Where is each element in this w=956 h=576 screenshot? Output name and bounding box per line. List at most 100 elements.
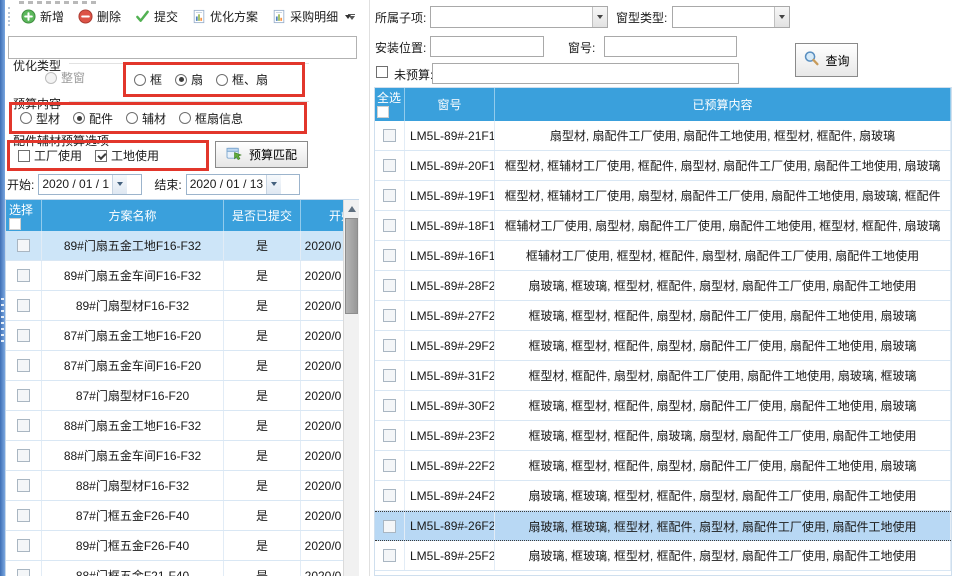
window-table-row[interactable]: LM5L-89#-19F17框型材, 框辅材工厂使用, 扇型材, 扇配件工厂使用…: [375, 181, 951, 211]
budgeted-content-column-header[interactable]: 已预算内容: [495, 88, 951, 121]
radio-option[interactable]: 型材: [20, 110, 60, 127]
row-checkbox[interactable]: [383, 369, 396, 382]
select-all-checkbox[interactable]: [9, 218, 21, 230]
row-checkbox[interactable]: [383, 549, 396, 562]
plan-table-row[interactable]: 89#门扇型材F16-F32是2020/0: [6, 291, 359, 321]
window-table-row[interactable]: LM5L-89#-27F25框玻璃, 框型材, 框配件, 扇型材, 扇配件工厂使…: [375, 301, 951, 331]
row-checkbox[interactable]: [383, 339, 396, 352]
toolbar-overflow-button[interactable]: [344, 8, 359, 26]
radio-option[interactable]: 扇: [175, 71, 203, 88]
start-date-picker[interactable]: 2020 / 01 / 1: [38, 174, 142, 195]
row-select-cell: [6, 261, 42, 290]
window-table-row[interactable]: LM5L-89#-28F26扇玻璃, 框玻璃, 框型材, 框配件, 扇型材, 扇…: [375, 271, 951, 301]
scroll-up-button[interactable]: [344, 200, 359, 217]
window-no-input[interactable]: [604, 36, 737, 57]
budgeted-content-cell: 扇玻璃, 框玻璃, 框型材, 框配件, 扇型材, 扇配件工厂使用, 扇配件工地使…: [495, 541, 951, 570]
row-checkbox[interactable]: [17, 239, 30, 252]
sub-item-select[interactable]: [430, 6, 608, 28]
no-budget-checkbox[interactable]: [376, 66, 388, 78]
row-checkbox[interactable]: [383, 189, 396, 202]
window-table-row[interactable]: LM5L-89#-22F20框玻璃, 框型材, 框配件, 扇型材, 扇配件工厂使…: [375, 451, 951, 481]
row-checkbox[interactable]: [17, 329, 30, 342]
radio-option[interactable]: 框: [134, 71, 162, 88]
submitted-column-header[interactable]: 是否已提交: [224, 200, 301, 231]
window-no-column-header[interactable]: 窗号: [405, 88, 495, 121]
row-checkbox[interactable]: [17, 539, 30, 552]
budget-match-button[interactable]: 预算匹配: [215, 141, 308, 168]
row-checkbox[interactable]: [17, 479, 30, 492]
checkbox-option[interactable]: 工厂使用: [18, 147, 82, 164]
row-checkbox[interactable]: [383, 219, 396, 232]
windows-table-body: LM5L-89#-21F19扇型材, 扇配件工厂使用, 扇配件工地使用, 框型材…: [375, 121, 951, 571]
row-checkbox[interactable]: [17, 419, 30, 432]
window-table-row[interactable]: LM5L-89#-31F29框型材, 框配件, 扇型材, 扇配件工厂使用, 扇配…: [375, 361, 951, 391]
end-date-picker[interactable]: 2020 / 01 / 13: [186, 174, 300, 195]
window-no-cell: LM5L-89#-19F17: [405, 181, 495, 210]
dropdown-button[interactable]: [592, 7, 607, 27]
radio-option[interactable]: 辅材: [126, 110, 166, 127]
plan-table-row[interactable]: 87#门扇五金车间F16-F20是2020/0: [6, 351, 359, 381]
select-all-checkbox[interactable]: [377, 106, 389, 118]
window-table-row[interactable]: LM5L-89#-20F18框型材, 框辅材工厂使用, 框配件, 扇型材, 扇配…: [375, 151, 951, 181]
delete-button[interactable]: 删除: [72, 5, 127, 28]
row-checkbox[interactable]: [17, 449, 30, 462]
radio-option[interactable]: 框、扇: [216, 71, 268, 88]
dropdown-button[interactable]: [774, 7, 789, 27]
query-button[interactable]: 查询: [795, 43, 858, 77]
plan-table-row[interactable]: 88#门扇五金车间F16-F32是2020/0: [6, 441, 359, 471]
plans-scrollbar[interactable]: [343, 200, 359, 576]
plan-table-row[interactable]: 88#门框五金F21-F40是2020/0: [6, 561, 359, 576]
window-type-select[interactable]: [672, 6, 790, 28]
row-checkbox[interactable]: [383, 249, 396, 262]
row-checkbox[interactable]: [17, 509, 30, 522]
plan-table-row[interactable]: 87#门框五金F26-F40是2020/0: [6, 501, 359, 531]
plan-table-row[interactable]: 87#门扇型材F16-F20是2020/0: [6, 381, 359, 411]
plan-table-row[interactable]: 89#门框五金F26-F40是2020/0: [6, 531, 359, 561]
checkbox-option[interactable]: 工地使用: [95, 147, 159, 164]
window-table-row[interactable]: LM5L-89#-18F16框辅材工厂使用, 扇型材, 扇配件工厂使用, 扇配件…: [375, 211, 951, 241]
new-button[interactable]: 新增: [15, 5, 70, 28]
row-checkbox[interactable]: [383, 129, 396, 142]
row-checkbox[interactable]: [383, 520, 396, 533]
row-checkbox[interactable]: [17, 269, 30, 282]
row-checkbox[interactable]: [17, 569, 30, 576]
plan-filter-input[interactable]: [8, 36, 357, 59]
plan-name-column-header[interactable]: 方案名称: [42, 200, 224, 231]
window-table-row[interactable]: LM5L-89#-29F27框玻璃, 框型材, 框配件, 扇型材, 扇配件工厂使…: [375, 331, 951, 361]
optimize-plan-button[interactable]: 优化方案: [186, 5, 264, 28]
radio-option[interactable]: 框扇信息: [179, 110, 243, 127]
row-checkbox[interactable]: [383, 429, 396, 442]
row-checkbox[interactable]: [17, 359, 30, 372]
row-checkbox[interactable]: [17, 389, 30, 402]
plan-table-row[interactable]: 87#门扇五金工地F16-F20是2020/0: [6, 321, 359, 351]
row-checkbox[interactable]: [383, 459, 396, 472]
plan-table-row[interactable]: 88#门扇型材F16-F32是2020/0: [6, 471, 359, 501]
plan-table-row[interactable]: 89#门扇五金车间F16-F32是2020/0: [6, 261, 359, 291]
radio-option[interactable]: 配件: [73, 110, 113, 127]
row-checkbox[interactable]: [383, 399, 396, 412]
row-checkbox[interactable]: [383, 279, 396, 292]
window-table-row[interactable]: LM5L-89#-21F19扇型材, 扇配件工厂使用, 扇配件工地使用, 框型材…: [375, 121, 951, 151]
window-no-cell: LM5L-89#-31F29: [405, 361, 495, 390]
window-table-row[interactable]: LM5L-89#-30F28框玻璃, 框型材, 框配件, 扇型材, 扇配件工厂使…: [375, 391, 951, 421]
window-table-row[interactable]: LM5L-89#-26F24扇玻璃, 框玻璃, 框型材, 框配件, 扇型材, 扇…: [375, 511, 951, 541]
calendar-dropdown-button[interactable]: [112, 175, 127, 194]
row-checkbox[interactable]: [383, 309, 396, 322]
submit-button[interactable]: 提交: [129, 5, 184, 28]
window-table-row[interactable]: LM5L-89#-24F22扇玻璃, 框玻璃, 框型材, 框配件, 扇型材, 扇…: [375, 481, 951, 511]
window-table-row[interactable]: LM5L-89#-16F15框辅材工厂使用, 框型材, 框配件, 扇型材, 扇配…: [375, 241, 951, 271]
row-checkbox[interactable]: [17, 299, 30, 312]
splitter-grip[interactable]: [1, 298, 4, 344]
window-table-row[interactable]: LM5L-89#-23F21框玻璃, 框型材, 框配件, 扇玻璃, 扇型材, 扇…: [375, 421, 951, 451]
panel-splitter[interactable]: [369, 0, 370, 576]
plan-table-row[interactable]: 89#门扇五金工地F16-F32是2020/0: [6, 231, 359, 261]
calendar-dropdown-button[interactable]: [266, 175, 281, 194]
scrollbar-thumb[interactable]: [345, 218, 358, 314]
install-position-input[interactable]: [430, 36, 544, 57]
window-table-row[interactable]: LM5L-89#-25F23扇玻璃, 框玻璃, 框型材, 框配件, 扇型材, 扇…: [375, 541, 951, 571]
row-checkbox[interactable]: [383, 489, 396, 502]
windows-table-header: 全选 窗号 已预算内容: [375, 88, 951, 121]
row-checkbox[interactable]: [383, 159, 396, 172]
no-budget-input[interactable]: [432, 63, 739, 84]
plan-table-row[interactable]: 88#门扇五金工地F16-F32是2020/0: [6, 411, 359, 441]
